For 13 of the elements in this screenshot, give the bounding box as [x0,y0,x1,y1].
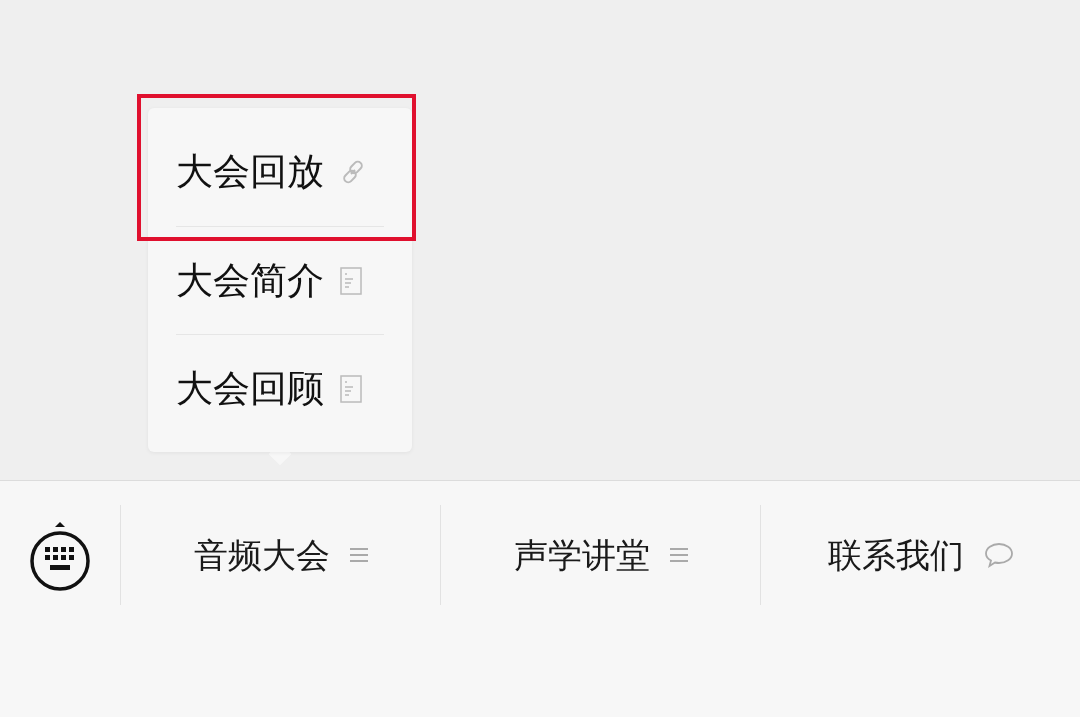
menu-tab[interactable]: 联系我们 [827,529,1014,581]
menu-icon [669,546,688,564]
keyboard-icon[interactable] [29,519,91,591]
link-icon [340,159,366,185]
menu-icon [349,546,368,564]
chat-bubble-icon [983,542,1014,568]
menu-item[interactable]: 大会回顾 [176,334,384,442]
document-icon [340,266,362,295]
menu-tab[interactable]: 声学讲堂 [513,529,688,581]
menu-item[interactable]: 大会简介 [176,226,384,334]
menu-tab[interactable]: 音频大会 [193,529,368,581]
document-icon [340,374,362,403]
menu-item[interactable]: 大会回放 [176,118,384,226]
